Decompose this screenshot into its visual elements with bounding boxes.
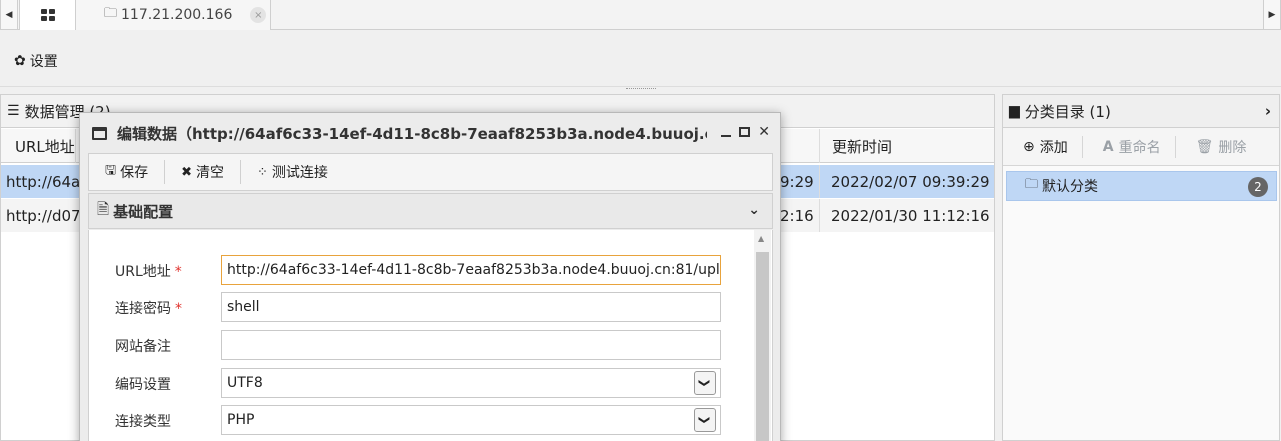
dialog-title-bar[interactable]: 编辑数据（http://64af6c33-14ef-4d11-8c8b-7eaa… [80,113,780,153]
encoding-label: 编码设置 [115,377,171,393]
cell-url: http://d07 [6,206,81,225]
count-badge: 2 [1248,177,1268,197]
cell-update-time: 2022/02/07 09:39:29 [819,165,994,198]
category-item-label: 默认分类 [1042,179,1099,195]
cell-update-time: 2022/01/30 11:12:16 [819,199,994,232]
test-connection-label: 测试连接 [271,165,328,181]
password-input[interactable]: shell [221,292,721,322]
scrollbar-thumb[interactable] [756,252,769,441]
category-panel: ▆ 分类目录 (1) › ⊕ 添加 A 重命名 🗑 删除 🗀 默认分类 2 [1002,94,1280,441]
add-category-label: 添加 [1039,139,1068,156]
basic-config-form: URL地址 * http://64af6c33-14ef-4d11-8c8b-7e… [88,230,773,441]
section-title: 基础配置 [113,202,174,221]
scroll-up-icon[interactable]: ▲ [758,234,764,243]
save-button[interactable]: 🖫 保存 [89,160,166,184]
basic-config-section-header[interactable]: 🗎 基础配置 ⌄ [88,193,773,229]
category-toolbar: ⊕ 添加 A 重命名 🗑 删除 [1003,128,1279,166]
settings-label: 设置 [29,54,58,70]
maximize-icon[interactable] [739,127,751,137]
tab-scroll-right-button[interactable]: ▶ [1263,0,1281,30]
category-item-default[interactable]: 🗀 默认分类 2 [1006,171,1277,201]
chevron-down-icon[interactable]: ❯ [694,408,716,432]
save-icon: 🖫 [105,163,117,178]
dialog-toolbar: 🖫 保存 ✖ 清空 ⁘ 测试连接 [88,153,773,191]
password-row: 连接密码 * shell [89,292,754,322]
add-category-button[interactable]: ⊕ 添加 [1003,135,1083,158]
settings-button[interactable]: ✿ 设置 [14,51,58,71]
category-panel-title: 分类目录 (1) [1024,102,1111,121]
note-row: 网站备注 [89,330,754,360]
rename-category-label: 重命名 [1118,139,1161,156]
connection-type-value: PHP [227,412,255,428]
document-icon: 🗎 [97,199,110,218]
chevron-down-icon[interactable]: ⌄ [748,202,760,218]
delete-category-button[interactable]: 🗑 删除 [1176,136,1261,158]
minimize-icon[interactable] [721,135,732,137]
tab-scroll-left-button[interactable]: ◀ [0,0,18,30]
password-label: 连接密码 * [115,301,182,317]
type-label: 连接类型 [115,414,171,430]
cell-create-time: 9:29 [780,172,814,191]
chevron-right-icon[interactable]: › [1265,102,1271,120]
encoding-select[interactable]: UTF8 ❯ [221,368,721,398]
spinner-icon: ⁘ [256,164,268,180]
close-icon[interactable]: × [250,7,267,23]
tab-connection-label: 117.21.200.166 [121,7,233,23]
font-icon: A [1102,138,1114,155]
test-connection-button[interactable]: ⁘ 测试连接 [241,160,344,184]
folder-open-icon: 🗀 [1025,177,1039,192]
column-header-url[interactable]: URL地址 [15,129,76,163]
delete-category-label: 删除 [1218,139,1247,156]
x-icon: ✖ [181,164,192,180]
tab-home[interactable] [19,0,76,30]
encoding-value: UTF8 [227,375,263,391]
clear-label: 清空 [195,165,224,181]
rename-category-button[interactable]: A 重命名 [1083,135,1176,158]
type-row: 连接类型 PHP ❯ [89,405,754,435]
column-header-update-time[interactable]: 更新时间 [819,129,994,163]
note-label: 网站备注 [115,339,171,355]
list-icon: ☰ [7,103,20,119]
cell-url: http://64a [6,172,81,191]
cell-create-time: 2:16 [780,206,814,225]
save-label: 保存 [120,165,149,181]
edit-data-dialog: 编辑数据（http://64af6c33-14ef-4d11-8c8b-7eaa… [79,112,781,441]
plus-circle-icon: ⊕ [1023,138,1035,155]
url-input[interactable]: http://64af6c33-14ef-4d11-8c8b-7eaaf8253… [221,255,721,285]
main-toolbar: ✿ 设置 [0,31,1281,87]
trash-icon: 🗑 [1195,138,1214,155]
grid-icon [40,8,55,22]
url-row: URL地址 * http://64af6c33-14ef-4d11-8c8b-7e… [89,255,754,285]
category-panel-header: ▆ 分类目录 (1) › [1003,95,1279,128]
tab-connection[interactable]: 🗀 117.21.200.166 × [76,0,271,30]
connection-type-select[interactable]: PHP ❯ [221,405,721,435]
note-input[interactable] [221,330,721,360]
gear-icon: ✿ [14,53,26,69]
dialog-title: 编辑数据（http://64af6c33-14ef-4d11-8c8b-7eaa… [117,124,707,143]
window-icon [92,126,107,140]
tab-bar: ◀ 🗀 117.21.200.166 × ▶ [0,0,1281,30]
clear-button[interactable]: ✖ 清空 [165,160,241,184]
encoding-row: 编码设置 UTF8 ❯ [89,368,754,398]
close-icon[interactable]: ✕ [758,124,770,140]
folder-icon: ▆ [1009,103,1020,119]
url-label: URL地址 * [115,264,182,280]
chevron-down-icon[interactable]: ❯ [694,371,716,395]
form-scrollbar[interactable]: ▲ [754,230,771,441]
panel-splitter[interactable] [626,88,656,91]
folder-icon: 🗀 [104,6,118,21]
dialog-window-controls: ✕ [721,124,770,140]
